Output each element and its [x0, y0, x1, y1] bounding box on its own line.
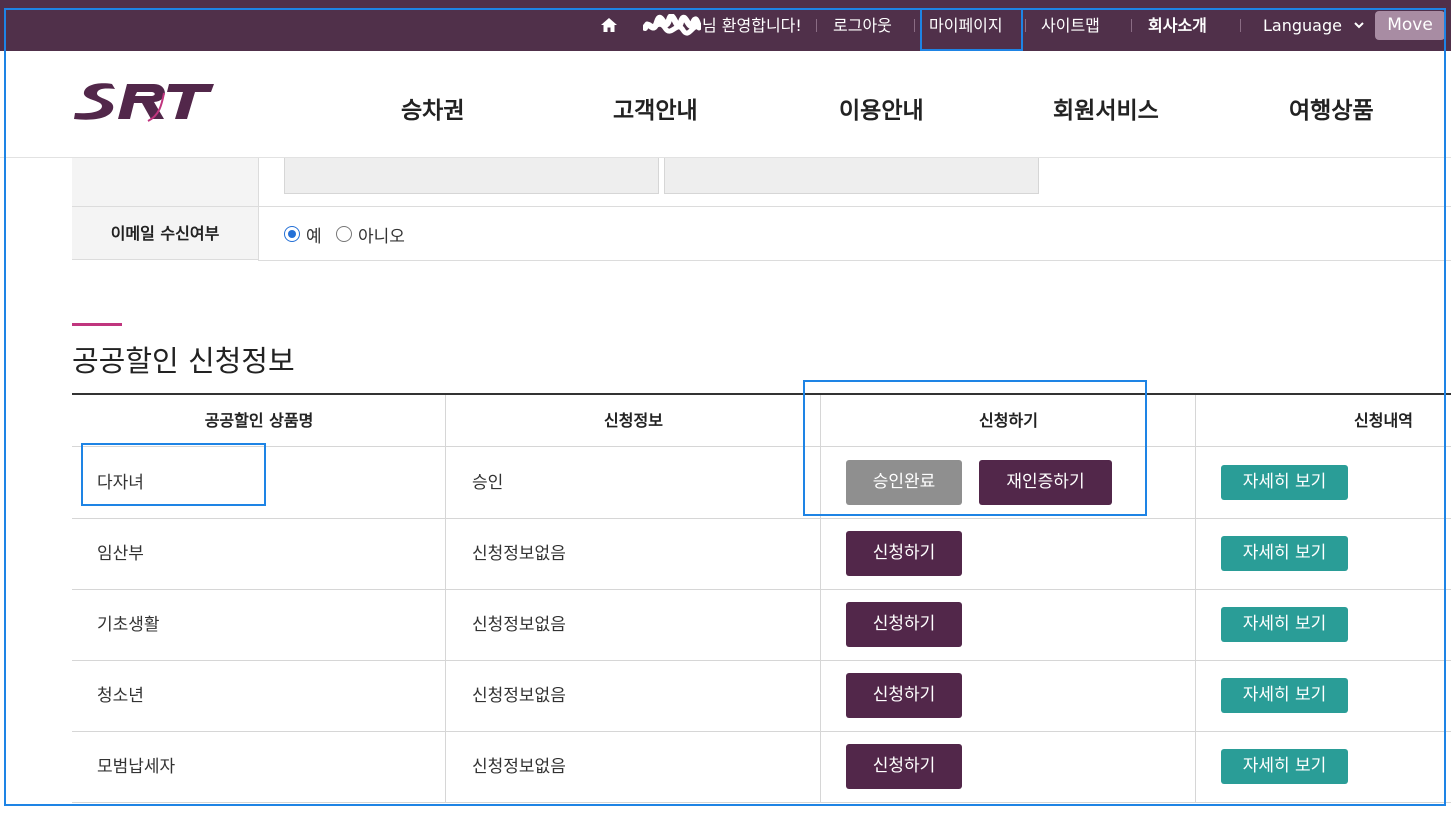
apply-column-highlight-box [803, 380, 1147, 516]
product-name-highlight-box [81, 443, 266, 506]
mypage-highlight-box [920, 8, 1023, 51]
screen-highlight-box [4, 8, 1446, 806]
